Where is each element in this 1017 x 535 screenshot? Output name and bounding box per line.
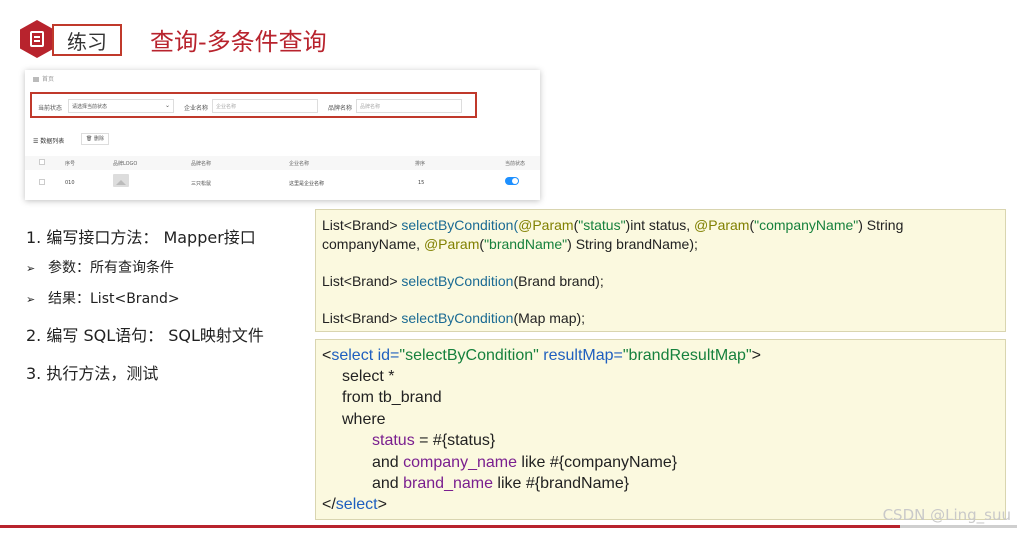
code-line-2: companyName, @Param("brandName") String …	[322, 236, 698, 252]
row-order: 15	[418, 180, 425, 186]
xml-line-3: from tb_brand	[342, 389, 442, 406]
step-3: 3. 执行方法，测试	[26, 364, 159, 383]
brand-filter-label: 品牌名称	[328, 105, 353, 112]
document-icon	[30, 31, 44, 47]
xml-line-2: select *	[342, 368, 395, 385]
col-order: 排序	[415, 161, 426, 167]
company-input[interactable]: 企业名称	[212, 99, 318, 113]
code-line-1: List<Brand> selectByCondition(@Param("st…	[322, 217, 904, 233]
status-toggle[interactable]	[505, 177, 519, 185]
col-brand: 品牌名称	[191, 161, 212, 167]
select-all-checkbox[interactable]	[39, 159, 45, 165]
status-select-value: 请选择当前状态	[72, 104, 108, 110]
trash-icon: 🗑	[86, 136, 93, 142]
data-list-label: 数据列表	[40, 138, 65, 145]
code-line-4: List<Brand> selectByCondition(Map map);	[322, 310, 586, 326]
brand-input-placeholder: 品牌名称	[360, 104, 381, 110]
step-2: 2. 编写 SQL语句： SQL映射文件	[26, 326, 264, 345]
xml-line-5: status = #{status}	[372, 432, 496, 449]
table-header: 序号 品牌LOGO 品牌名称 企业名称 排序 当前状态	[25, 156, 540, 170]
row-checkbox[interactable]	[39, 179, 45, 185]
brand-list-screenshot: 首页 当前状态 请选择当前状态 ⌄ 企业名称 企业名称 品牌名称 品牌名称 ☰ …	[25, 70, 540, 200]
lesson-badge	[20, 20, 54, 58]
breadcrumb-home[interactable]: 首页	[42, 76, 54, 83]
code-line-3: List<Brand> selectByCondition(Brand bran…	[322, 273, 604, 289]
row-company: 这里是企业名称	[289, 181, 325, 187]
arrow-bullet-icon: ➢	[26, 262, 36, 275]
col-status: 当前状态	[505, 161, 526, 167]
brand-input[interactable]: 品牌名称	[356, 99, 462, 113]
col-company: 企业名称	[289, 161, 310, 167]
xml-line-8: </select>	[322, 496, 387, 513]
breadcrumb: 首页	[33, 74, 54, 83]
data-list-title: ☰ 数据列表	[33, 136, 64, 145]
company-filter-label: 企业名称	[184, 105, 209, 112]
col-id: 序号	[65, 161, 76, 167]
chevron-down-icon: ⌄	[164, 102, 170, 109]
bullet-params-text: 参数：所有查询条件	[48, 260, 174, 276]
filter-form: 当前状态 请选择当前状态 ⌄ 企业名称 企业名称 品牌名称 品牌名称	[30, 92, 477, 118]
delete-label: 删除	[93, 136, 104, 142]
practice-label: 练习	[52, 24, 122, 56]
bullet-params: ➢ 参数：所有查询条件	[26, 257, 174, 277]
home-icon	[33, 77, 39, 82]
mapper-interface-code: List<Brand> selectByCondition(@Param("st…	[315, 209, 1006, 332]
col-logo: 品牌LOGO	[113, 161, 138, 167]
step-1: 1. 编写接口方法： Mapper接口	[26, 228, 256, 247]
table-row: 010 三只松鼠 这里是企业名称 15	[25, 174, 540, 190]
company-input-placeholder: 企业名称	[216, 104, 237, 110]
page-title: 查询-多条件查询	[150, 28, 327, 56]
row-id: 010	[65, 180, 75, 186]
delete-button[interactable]: 🗑 删除	[81, 133, 109, 145]
status-filter-label: 当前状态	[38, 105, 63, 112]
xml-line-7: and brand_name like #{brandName}	[372, 475, 630, 492]
sql-mapping-code: <select id="selectByCondition" resultMap…	[315, 339, 1006, 520]
xml-line-1: <select id="selectByCondition" resultMap…	[322, 347, 761, 364]
row-brand: 三只松鼠	[191, 181, 212, 187]
bullet-result-text: 结果：List<Brand>	[48, 291, 180, 307]
footer-accent-line	[0, 525, 900, 528]
watermark: CSDN @Ling_suu	[882, 506, 1011, 524]
xml-line-4: where	[342, 411, 386, 428]
status-select[interactable]: 请选择当前状态 ⌄	[68, 99, 174, 113]
footer-divider	[900, 525, 1017, 528]
image-placeholder-icon	[113, 174, 129, 187]
xml-line-6: and company_name like #{companyName}	[372, 454, 678, 471]
bullet-result: ➢ 结果：List<Brand>	[26, 288, 180, 308]
arrow-bullet-icon: ➢	[26, 293, 36, 306]
